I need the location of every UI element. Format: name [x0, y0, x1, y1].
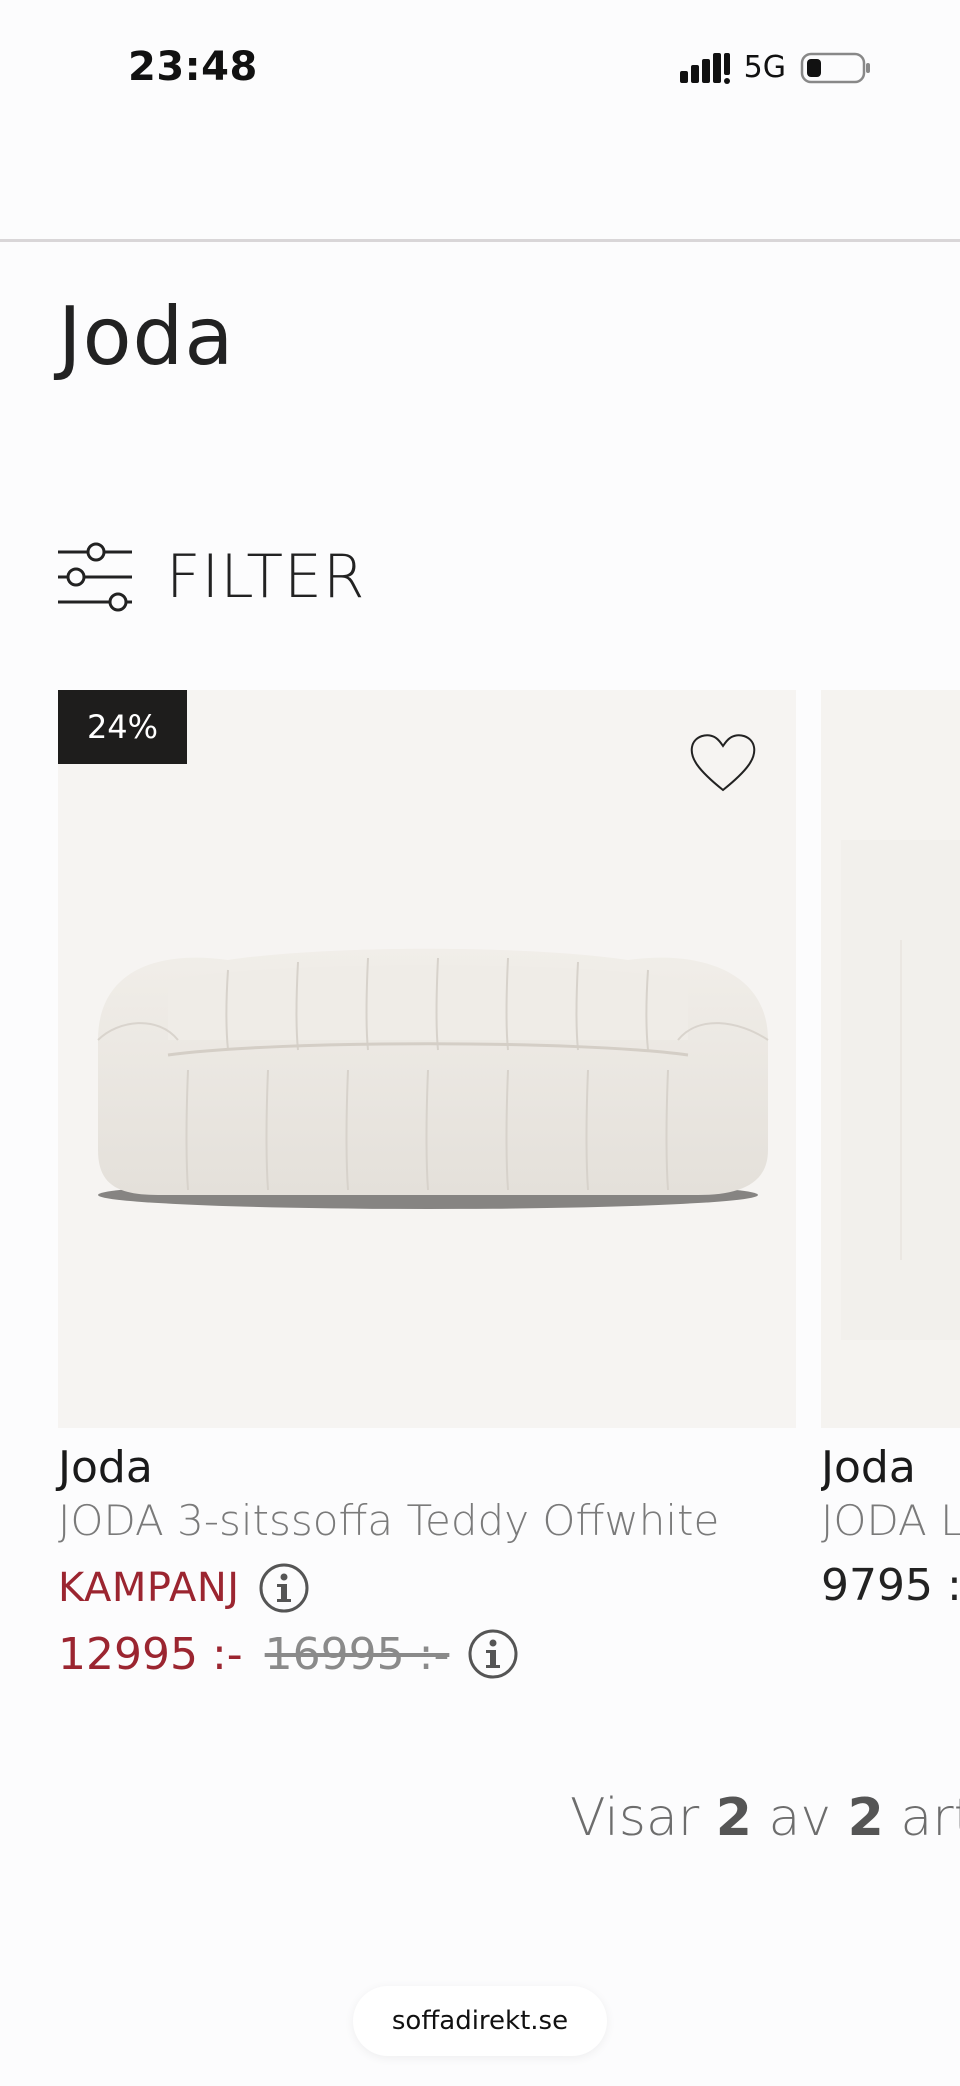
sofa-image [97, 948, 769, 1209]
showing-total: 2 [847, 1788, 884, 1848]
network-label: 5G [743, 50, 786, 85]
signal-icon [679, 52, 730, 84]
filter-button[interactable]: FILTER [58, 540, 366, 614]
showing-suffix: arti [900, 1788, 960, 1848]
sliders-icon [58, 542, 132, 612]
product-name-2[interactable]: JODA L [821, 1496, 960, 1545]
price-current: 12995 :- [58, 1628, 243, 1680]
heart-icon[interactable] [688, 730, 758, 794]
page: 23:48 5G Joda FILTER 24% Joda JODA 3-sit… [0, 0, 960, 2086]
status-bar: 23:48 5G [0, 0, 960, 140]
page-title: Joda [58, 290, 235, 383]
status-time: 23:48 [128, 44, 258, 90]
info-icon[interactable] [258, 1562, 310, 1614]
header-divider [0, 239, 960, 242]
showing-count: Visar 2 av 2 arti [570, 1788, 960, 1848]
campaign-label: KAMPANJ [58, 1565, 240, 1611]
price-regular-2: 9795 :- [821, 1560, 960, 1611]
price-row: 12995 :- 16995 :- [58, 1628, 519, 1680]
filter-label: FILTER [166, 542, 366, 612]
product-name[interactable]: JODA 3-sitssoffa Teddy Offwhite [58, 1496, 719, 1545]
discount-badge: 24% [58, 690, 187, 764]
price-info-icon[interactable] [467, 1628, 519, 1680]
price-old: 16995 :- [264, 1628, 450, 1680]
campaign-row: KAMPANJ [58, 1562, 310, 1614]
product-brand: Joda [58, 1442, 153, 1493]
product-image[interactable]: 24% [58, 690, 796, 1428]
status-icons: 5G [679, 50, 872, 85]
browser-url-pill[interactable]: soffadirekt.se [353, 1986, 607, 2056]
product-image-2[interactable] [821, 690, 960, 1428]
showing-prefix: Visar [570, 1788, 700, 1848]
product-brand-2: Joda [821, 1442, 916, 1493]
product-card[interactable]: 24% Joda JODA 3-sitssoffa Teddy Offwhite… [58, 690, 796, 1680]
product-card-2[interactable]: Joda JODA L 9795 :- [821, 690, 960, 1750]
showing-middle: av [768, 1788, 832, 1848]
battery-icon [800, 52, 870, 83]
product-image-2-shape [841, 840, 960, 1340]
showing-shown: 2 [715, 1788, 752, 1848]
